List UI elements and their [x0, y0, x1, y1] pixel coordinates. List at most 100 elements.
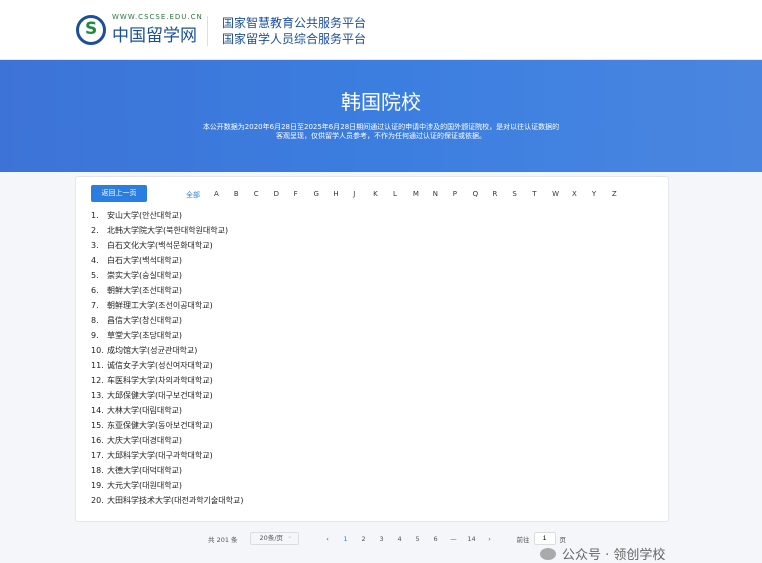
page-button[interactable]: — — [445, 535, 463, 543]
item-number: 7. — [91, 301, 99, 310]
list-item[interactable]: 12. 车医科学大学(차의과학대학교) — [91, 373, 243, 388]
page-button[interactable]: 4 — [391, 535, 409, 543]
platform-line2: 国家留学人员综合服务平台 — [222, 32, 367, 46]
letter-s[interactable]: S — [512, 190, 532, 200]
list-item[interactable]: 13. 大邱保健大学(대구보건대학교) — [91, 388, 243, 403]
page-banner: 韩国院校 本公开数据为2020年6月28日至2025年6月28日期间通过认证的申… — [0, 60, 762, 172]
letter-p[interactable]: P — [453, 190, 473, 200]
letter-k[interactable]: K — [373, 190, 393, 200]
item-number: 9. — [91, 331, 99, 340]
school-name[interactable]: 白石大学(백석대학교) — [107, 256, 182, 265]
list-item[interactable]: 1. 安山大学(안산대학교) — [91, 208, 243, 223]
platform-names: 国家智慧教育公共服务平台 国家留学人员综合服务平台 — [222, 15, 366, 47]
list-item[interactable]: 14. 大林大学(대림대학교) — [91, 403, 243, 418]
item-number: 3. — [91, 241, 99, 250]
list-item[interactable]: 8. 昌信大学(창신대학교) — [91, 313, 243, 328]
list-item[interactable]: 9. 草堂大学(초당대학교) — [91, 328, 243, 343]
list-item[interactable]: 3. 白石文化大学(백석문화대학교) — [91, 238, 243, 253]
page-button[interactable]: 1 — [337, 535, 355, 543]
letter-a[interactable]: A — [214, 190, 234, 200]
list-item[interactable]: 10. 成均馆大学(성균관대학교) — [91, 343, 243, 358]
watermark-text: 公众号 · 领创学校 — [562, 548, 666, 563]
letter-m[interactable]: M — [413, 190, 433, 200]
list-item[interactable]: 2. 北韩大学院大学(북한대학원대학교) — [91, 223, 243, 238]
letter-y[interactable]: Y — [592, 190, 612, 200]
letter-n[interactable]: N — [433, 190, 453, 200]
school-list-card: 返回上一页 全部 A B C D F G H J K L M N P Q R S T W X Y Z 1. 安山大学(안산대… — [75, 176, 669, 522]
list-item[interactable]: 7. 朝鲜理工大学(조선이공대학교) — [91, 298, 243, 313]
school-name[interactable]: 朝鲜理工大学(조선이공대학교) — [107, 301, 213, 310]
school-name[interactable]: 安山大学(안산대학교) — [107, 211, 182, 220]
school-name[interactable]: 草堂大学(초당대학교) — [107, 331, 182, 340]
letter-z[interactable]: Z — [612, 190, 632, 200]
page-button[interactable]: 5 — [409, 535, 427, 543]
page-button[interactable]: 14 — [463, 535, 481, 543]
school-name[interactable]: 大田科学技术大学(대전과학기술대학교) — [107, 496, 243, 505]
letter-w[interactable]: W — [552, 190, 572, 200]
back-button[interactable]: 返回上一页 — [91, 185, 147, 202]
letter-l[interactable]: L — [393, 190, 413, 200]
logo-url: WWW.CSCSE.EDU.CN — [112, 13, 203, 21]
item-number: 8. — [91, 316, 99, 325]
school-name[interactable]: 大邱保健大学(대구보건대학교) — [107, 391, 213, 400]
page-button[interactable]: 6 — [427, 535, 445, 543]
letter-filter: 全部 A B C D F G H J K L M N P Q R S T W X Y Z — [186, 190, 632, 200]
letter-g[interactable]: G — [313, 190, 333, 200]
list-item[interactable]: 5. 崇实大学(숭실대학교) — [91, 268, 243, 283]
letter-t[interactable]: T — [532, 190, 552, 200]
letter-f[interactable]: F — [294, 190, 314, 200]
watermark: 公众号 · 领创学校 — [540, 544, 665, 563]
list-item[interactable]: 20. 大田科学技术大学(대전과학기술대학교) — [91, 493, 243, 508]
letter-c[interactable]: C — [254, 190, 274, 200]
page-button[interactable]: 2 — [355, 535, 373, 543]
list-item[interactable]: 6. 朝鲜大学(조선대학교) — [91, 283, 243, 298]
list-item[interactable]: 17. 大邱科学大学(대구과학대학교) — [91, 448, 243, 463]
school-name[interactable]: 崇实大学(숭실대학교) — [107, 271, 182, 280]
school-name[interactable]: 大邱科学大学(대구과학대학교) — [107, 451, 213, 460]
school-name[interactable]: 白石文化大学(백석문화대학교) — [107, 241, 213, 250]
page-description: 本公开数据为2020年6月28日至2025年6月28日期间通过认证的申请中涉及的… — [202, 123, 560, 140]
prev-page-button[interactable]: ‹ — [319, 535, 337, 543]
total-count: 共 201 条 — [208, 535, 238, 544]
list-item[interactable]: 4. 白石大学(백석대학교) — [91, 253, 243, 268]
page-button[interactable]: 3 — [373, 535, 391, 543]
school-name[interactable]: 成均馆大学(성균관대학교) — [107, 346, 197, 355]
letter-all[interactable]: 全部 — [186, 190, 214, 200]
school-name[interactable]: 北韩大学院大学(북한대학원대학교) — [107, 226, 228, 235]
school-name[interactable]: 车医科学大学(차의과학대학교) — [107, 376, 213, 385]
letter-q[interactable]: Q — [473, 190, 493, 200]
item-number: 4. — [91, 256, 99, 265]
school-list: 1. 安山大学(안산대학교) 2. 北韩大学院大学(북한대학원대학교) 3. 白石文化大学… — [91, 208, 243, 508]
list-item[interactable]: 15. 东亚保健大学(동아보건대학교) — [91, 418, 243, 433]
list-item[interactable]: 18. 大德大学(대덕대학교) — [91, 463, 243, 478]
letter-h[interactable]: H — [333, 190, 353, 200]
item-number: 10. — [91, 346, 104, 355]
school-name[interactable]: 朝鲜大学(조선대학교) — [107, 286, 182, 295]
item-number: 15. — [91, 421, 104, 430]
school-name[interactable]: 大元大学(대원대학교) — [107, 481, 182, 490]
school-name[interactable]: 大德大学(대덕대학교) — [107, 466, 182, 475]
letter-j[interactable]: J — [353, 190, 373, 200]
list-item[interactable]: 11. 诚信女子大学(성신여자대학교) — [91, 358, 243, 373]
page-title: 韩国院校 — [341, 90, 421, 114]
header-divider — [207, 16, 208, 46]
next-page-button[interactable]: › — [481, 535, 499, 543]
item-number: 20. — [91, 496, 104, 505]
school-name[interactable]: 诚信女子大学(성신여자대학교) — [107, 361, 213, 370]
wechat-icon — [540, 547, 556, 560]
page-size-select[interactable]: 20条/页 — [249, 531, 299, 545]
item-number: 12. — [91, 376, 104, 385]
letter-r[interactable]: R — [492, 190, 512, 200]
letter-x[interactable]: X — [572, 190, 592, 200]
goto-label: 前往 — [516, 535, 530, 544]
list-item[interactable]: 19. 大元大学(대원대학교) — [91, 478, 243, 493]
school-name[interactable]: 昌信大学(창신대학교) — [107, 316, 182, 325]
item-number: 17. — [91, 451, 104, 460]
letter-d[interactable]: D — [274, 190, 294, 200]
list-item[interactable]: 16. 大庆大学(대경대학교) — [91, 433, 243, 448]
letter-b[interactable]: B — [234, 190, 254, 200]
school-name[interactable]: 东亚保健大学(동아보건대학교) — [107, 421, 213, 430]
site-logo[interactable]: WWW.CSCSE.EDU.CN 中国留学网 — [76, 13, 203, 46]
school-name[interactable]: 大林大学(대림대학교) — [107, 406, 182, 415]
school-name[interactable]: 大庆大学(대경대학교) — [107, 436, 182, 445]
